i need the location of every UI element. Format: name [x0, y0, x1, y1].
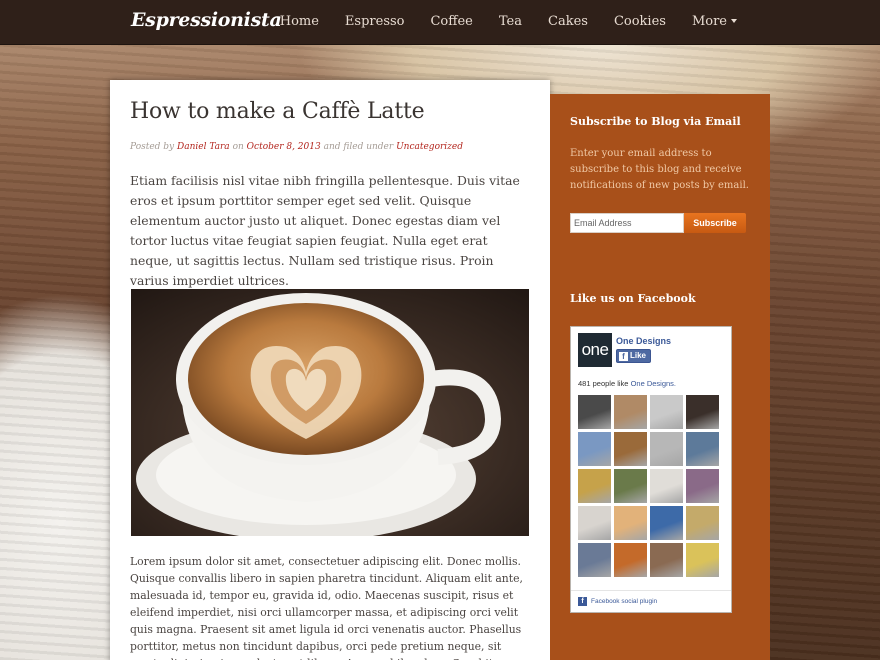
facebook-widget-title: Like us on Facebook — [570, 292, 696, 305]
category-link[interactable]: Uncategorized — [396, 142, 463, 152]
latte-art-illustration — [131, 289, 529, 536]
fan-avatar[interactable] — [686, 506, 719, 540]
fan-avatar[interactable] — [578, 395, 611, 429]
meta-filed-under: and filed under — [323, 142, 394, 152]
nav-item-more-label: More — [691, 14, 727, 29]
nav-item-tea[interactable]: Tea — [486, 0, 535, 45]
fan-avatar[interactable] — [578, 506, 611, 540]
fan-avatar[interactable] — [650, 432, 683, 466]
subscribe-button[interactable]: Subscribe — [684, 213, 746, 233]
fan-avatar[interactable] — [686, 543, 719, 577]
fan-avatar[interactable] — [686, 469, 719, 503]
fb-footer: f Facebook social plugin — [571, 590, 731, 612]
fan-avatar[interactable] — [614, 506, 647, 540]
page-logo[interactable]: one — [578, 333, 612, 367]
nav-item-espresso[interactable]: Espresso — [332, 0, 418, 45]
facebook-small-icon: f — [578, 597, 587, 606]
site-logo[interactable]: Espressionista — [131, 9, 282, 31]
fb-like-count: 481 people like One Designs. — [578, 379, 676, 388]
subscribe-description: Enter your email address to subscribe to… — [570, 148, 749, 191]
post-lead-paragraph: Etiam facilisis nisl vitae nibh fringill… — [130, 173, 520, 288]
fb-count-text: 481 people like — [578, 379, 629, 388]
fb-like-label: Like — [630, 351, 647, 360]
fan-avatar[interactable] — [650, 395, 683, 429]
fan-avatar[interactable] — [614, 432, 647, 466]
subscribe-form: Subscribe — [570, 213, 750, 233]
post-meta: Posted by Daniel Tara on October 8, 2013… — [130, 140, 530, 154]
post-title[interactable]: How to make a Caffè Latte — [130, 98, 530, 126]
fan-avatar[interactable] — [686, 395, 719, 429]
fan-avatar[interactable] — [686, 432, 719, 466]
fan-avatar[interactable] — [578, 432, 611, 466]
author-link[interactable]: Daniel Tara — [177, 142, 230, 152]
fan-avatar[interactable] — [578, 469, 611, 503]
meta-posted-by: Posted by — [130, 142, 175, 152]
top-navbar: Espressionista Home Espresso Coffee Tea … — [0, 0, 880, 45]
fan-avatar[interactable] — [650, 469, 683, 503]
nav-item-cookies[interactable]: Cookies — [601, 0, 679, 45]
post-body-paragraph: Lorem ipsum dolor sit amet, consectetuer… — [130, 555, 523, 660]
fb-footer-label[interactable]: Facebook social plugin — [591, 598, 657, 605]
subscribe-widget-title: Subscribe to Blog via Email — [570, 115, 741, 128]
fan-avatar[interactable] — [614, 469, 647, 503]
nav-item-coffee[interactable]: Coffee — [417, 0, 485, 45]
meta-on: on — [232, 142, 244, 152]
fb-count-page-link[interactable]: One Designs. — [631, 379, 676, 388]
fb-fan-grid — [578, 395, 724, 577]
facebook-like-box: one One Designs f Like 481 people like O… — [570, 326, 732, 613]
nav-item-more[interactable]: More — [679, 0, 750, 45]
email-input[interactable] — [570, 213, 684, 233]
fan-avatar[interactable] — [578, 543, 611, 577]
main-nav: Home Espresso Coffee Tea Cakes Cookies M… — [267, 0, 750, 45]
caret-down-icon — [731, 19, 737, 23]
nav-item-home[interactable]: Home — [267, 0, 332, 45]
fan-avatar[interactable] — [650, 543, 683, 577]
latte-art-image — [131, 289, 529, 536]
fan-avatar[interactable] — [650, 506, 683, 540]
fan-avatar[interactable] — [614, 395, 647, 429]
facebook-icon: f — [619, 351, 628, 361]
fb-page-name[interactable]: One Designs — [616, 336, 671, 346]
sidebar: Subscribe to Blog via Email Enter your e… — [550, 94, 770, 660]
fb-like-button[interactable]: f Like — [616, 349, 652, 363]
date-link[interactable]: October 8, 2013 — [247, 142, 321, 152]
nav-item-cakes[interactable]: Cakes — [535, 0, 601, 45]
fan-avatar[interactable] — [614, 543, 647, 577]
post-article: How to make a Caffè Latte Posted by Dani… — [110, 80, 550, 660]
